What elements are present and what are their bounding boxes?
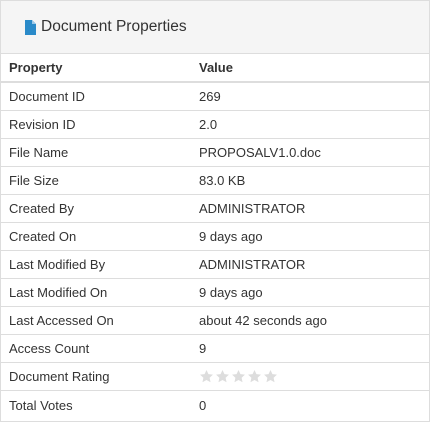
- property-label: Last Modified By: [1, 250, 190, 279]
- table-row: Last Modified By ADMINISTRATOR: [1, 250, 429, 279]
- panel-title: Document Properties: [41, 18, 187, 35]
- property-value: ADMINISTRATOR: [190, 250, 429, 279]
- property-label: File Size: [1, 166, 190, 195]
- property-value: 9 days ago: [190, 222, 429, 251]
- property-value: 269: [190, 82, 429, 111]
- property-column-header: Property: [1, 54, 190, 83]
- star-icon[interactable]: [247, 369, 262, 384]
- table-row: Access Count 9: [1, 334, 429, 363]
- property-label: Created On: [1, 222, 190, 251]
- table-row: File Size 83.0 KB: [1, 166, 429, 195]
- property-value: 2.0: [190, 110, 429, 139]
- table-header-row: Property Value: [1, 54, 429, 83]
- table-row: Created By ADMINISTRATOR: [1, 194, 429, 223]
- panel-header: Document Properties: [1, 1, 429, 54]
- table-row: Document ID 269: [1, 82, 429, 111]
- property-label: Revision ID: [1, 110, 190, 139]
- star-icon[interactable]: [263, 369, 278, 384]
- table-row: File Name PROPOSALV1.0.doc: [1, 138, 429, 167]
- table-row: Last Modified On 9 days ago: [1, 278, 429, 307]
- table-row: Revision ID 2.0: [1, 110, 429, 139]
- value-column-header: Value: [190, 54, 429, 83]
- table-row: Total Votes 0: [1, 390, 429, 420]
- property-label: Total Votes: [9, 397, 73, 413]
- property-label: Access Count: [1, 334, 190, 363]
- property-value: ADMINISTRATOR: [190, 194, 429, 223]
- property-label: Document Rating: [1, 362, 190, 391]
- property-label: Document ID: [1, 82, 190, 111]
- star-icon[interactable]: [231, 369, 246, 384]
- star-icon[interactable]: [199, 369, 214, 384]
- property-value: 83.0 KB: [190, 166, 429, 195]
- property-label: Last Modified On: [1, 278, 190, 307]
- property-value: 0: [199, 397, 207, 413]
- properties-table: Property Value Document ID 269 Revision …: [1, 54, 429, 420]
- document-properties-panel: Document Properties Property Value Docum…: [0, 0, 430, 422]
- property-value: PROPOSALV1.0.doc: [190, 138, 429, 167]
- property-value: 9: [190, 334, 429, 363]
- document-icon: [25, 20, 36, 35]
- table-row: Document Rating: [1, 362, 429, 391]
- star-icon[interactable]: [215, 369, 230, 384]
- property-label: Last Accessed On: [1, 306, 190, 335]
- table-row: Last Accessed On about 42 seconds ago: [1, 306, 429, 335]
- property-value: 9 days ago: [190, 278, 429, 307]
- star-rating[interactable]: [199, 369, 278, 384]
- property-label: File Name: [1, 138, 190, 167]
- rating-cell: [190, 362, 429, 391]
- table-row: Created On 9 days ago: [1, 222, 429, 251]
- property-value: about 42 seconds ago: [190, 306, 429, 335]
- property-label: Created By: [1, 194, 190, 223]
